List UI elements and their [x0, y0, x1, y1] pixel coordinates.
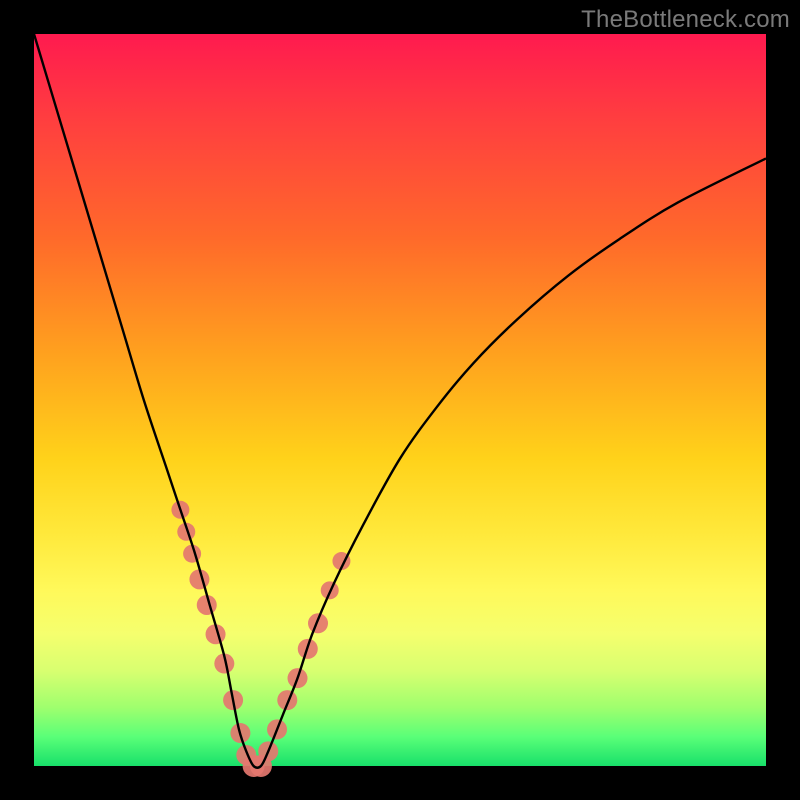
- chart-frame: TheBottleneck.com: [0, 0, 800, 800]
- watermark-text: TheBottleneck.com: [581, 6, 790, 34]
- bottleneck-curve-layer: [34, 34, 766, 766]
- marker-dot: [308, 613, 328, 633]
- plot-area: [34, 34, 766, 766]
- marker-group: [171, 501, 350, 777]
- bottleneck-curve: [34, 34, 766, 768]
